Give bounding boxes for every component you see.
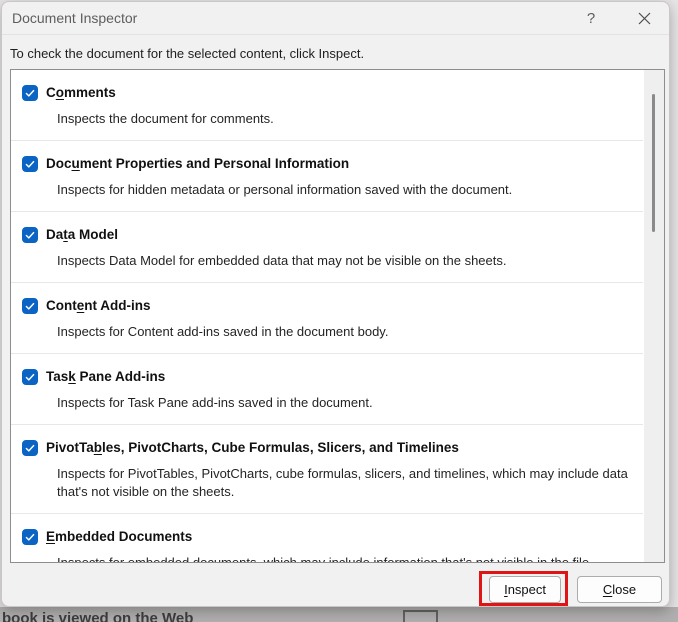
background-window-strip: book is viewed on the Web — [0, 607, 678, 622]
background-partial-button — [403, 610, 438, 622]
checkmark-icon — [24, 229, 36, 241]
checkbox-checked[interactable] — [22, 156, 38, 172]
question-mark-icon: ? — [586, 10, 596, 27]
document-inspector-dialog: Document Inspector ? To check the docume… — [1, 1, 670, 607]
instruction-text: To check the document for the selected c… — [10, 46, 365, 61]
item-title: Embedded Documents — [46, 529, 193, 544]
inspector-item: Data Model Inspects Data Model for embed… — [11, 212, 643, 283]
help-button[interactable]: ? — [574, 2, 608, 35]
item-description: Inspects Data Model for embedded data th… — [57, 253, 507, 268]
inspector-options-list: Comments Inspects the document for comme… — [10, 69, 665, 563]
checkmark-icon — [24, 371, 36, 383]
checkbox-checked[interactable] — [22, 227, 38, 243]
inspector-item: Comments Inspects the document for comme… — [11, 70, 643, 141]
item-title: Content Add-ins — [46, 298, 151, 313]
close-icon — [637, 12, 652, 29]
checkmark-icon — [24, 158, 36, 170]
checkbox-checked[interactable] — [22, 529, 38, 545]
item-title: Task Pane Add-ins — [46, 369, 166, 384]
inspector-item: PivotTables, PivotCharts, Cube Formulas,… — [11, 425, 643, 514]
checkmark-icon — [24, 531, 36, 543]
close-dialog-button[interactable]: Close — [577, 576, 662, 603]
item-description: Inspects for Content add-ins saved in th… — [57, 324, 389, 339]
footer-buttons: Inspect Close — [479, 571, 662, 606]
checkmark-icon — [24, 442, 36, 454]
close-button[interactable] — [627, 2, 661, 35]
checkmark-icon — [24, 300, 36, 312]
scrollbar-thumb[interactable] — [652, 94, 655, 232]
inspect-button[interactable]: Inspect — [489, 576, 561, 603]
checkmark-icon — [24, 87, 36, 99]
checkbox-checked[interactable] — [22, 298, 38, 314]
checkbox-checked[interactable] — [22, 440, 38, 456]
background-text: book is viewed on the Web — [2, 610, 194, 622]
checkbox-checked[interactable] — [22, 85, 38, 101]
item-description: Inspects the document for comments. — [57, 111, 274, 126]
item-description: Inspects for hidden metadata or personal… — [57, 182, 513, 197]
item-description: Inspects for Task Pane add-ins saved in … — [57, 395, 373, 410]
titlebar: Document Inspector ? — [2, 2, 669, 35]
item-title: Data Model — [46, 227, 119, 242]
inspector-item: Content Add-ins Inspects for Content add… — [11, 283, 643, 354]
dialog-title: Document Inspector — [12, 10, 138, 26]
inspector-item: Document Properties and Personal Informa… — [11, 141, 643, 212]
inspector-item: Embedded Documents Inspects for embedded… — [11, 514, 643, 563]
inspector-item: Task Pane Add-ins Inspects for Task Pane… — [11, 354, 643, 425]
scrollbar-track[interactable] — [644, 70, 664, 562]
item-description: Inspects for PivotTables, PivotCharts, c… — [57, 466, 628, 499]
item-description: Inspects for embedded documents, which m… — [57, 555, 590, 563]
checkbox-checked[interactable] — [22, 369, 38, 385]
screen: book is viewed on the Web Document Inspe… — [0, 0, 678, 622]
item-title: Comments — [46, 85, 116, 100]
item-title: PivotTables, PivotCharts, Cube Formulas,… — [46, 440, 459, 455]
item-title: Document Properties and Personal Informa… — [46, 156, 350, 171]
